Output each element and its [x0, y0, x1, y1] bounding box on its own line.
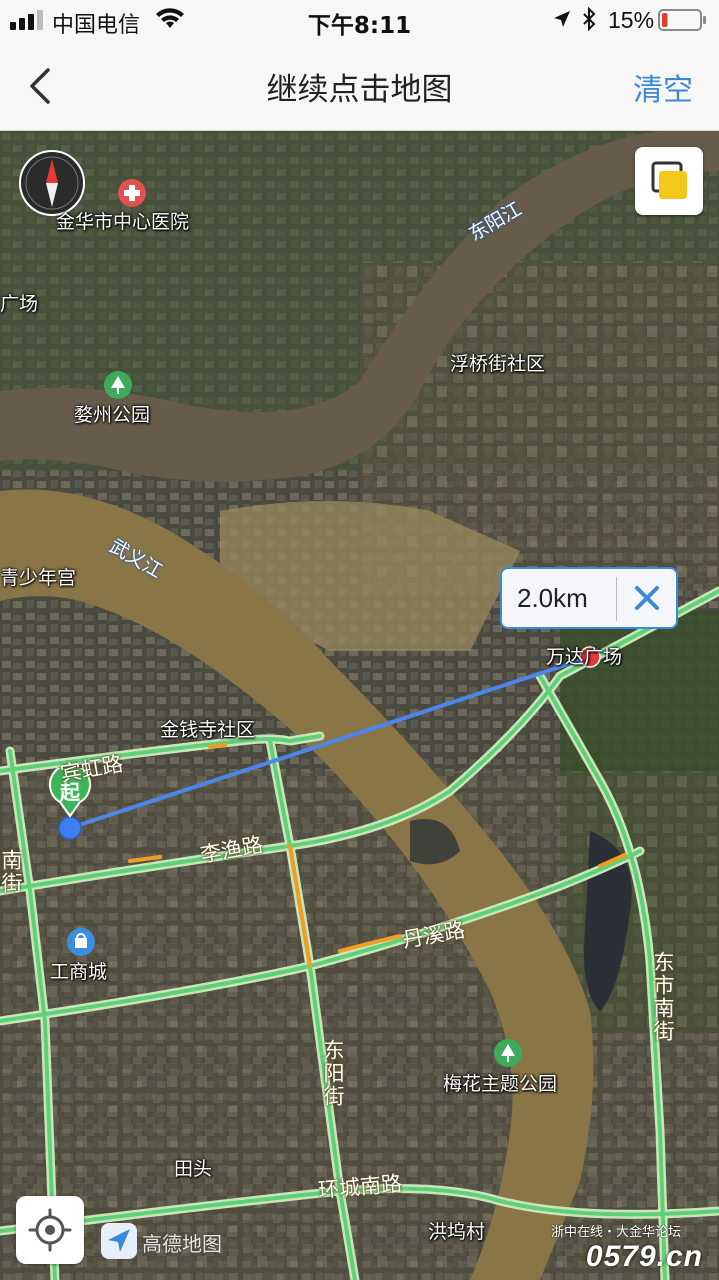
poi-wanda[interactable]: 万达广场 — [546, 642, 622, 669]
poi-jinqiansi[interactable]: 金钱寺社区 — [160, 715, 255, 742]
shopping-icon — [67, 928, 95, 956]
bluetooth-icon — [583, 7, 596, 31]
road-dongyang-street: 东阳街 — [321, 1039, 345, 1108]
amap-logo-icon — [101, 1223, 137, 1259]
locate-button[interactable] — [16, 1196, 84, 1264]
popup-divider — [616, 577, 617, 621]
poi-youth-palace[interactable]: 青少年宫 — [0, 563, 76, 590]
status-bar: 中国电信 下午8:11 15% — [0, 0, 719, 40]
distance-popup: 2.0km — [500, 567, 678, 629]
hospital-icon — [118, 179, 146, 207]
battery-icon — [658, 9, 706, 31]
satellite-map — [0, 131, 719, 1280]
road-nanjie: 南街 — [0, 849, 23, 895]
watermark-line2: 0579.cn — [585, 1240, 703, 1273]
poi-tiantou[interactable]: 田头 — [174, 1154, 212, 1181]
poi-square-left[interactable]: 广场 — [0, 289, 38, 316]
poi-lizhou-park[interactable]: 婺州公园 — [74, 400, 150, 427]
location-arrow-icon — [554, 11, 570, 27]
poi-hongwu[interactable]: 洪坞村 — [428, 1217, 485, 1244]
start-point — [58, 816, 82, 840]
close-icon[interactable] — [630, 581, 664, 615]
road-dongshi-south: 东市南街 — [651, 951, 675, 1043]
layers-button[interactable] — [635, 147, 703, 215]
park-icon — [104, 371, 132, 399]
locate-icon — [28, 1208, 72, 1252]
page-title: 继续点击地图 — [266, 72, 453, 108]
poi-gongshang[interactable]: 工商城 — [50, 957, 107, 984]
park-icon — [494, 1039, 522, 1067]
watermark-line1: 浙中在线・大金华论坛 — [550, 1225, 681, 1240]
poi-fuqiao[interactable]: 浮桥街社区 — [450, 349, 545, 376]
distance-value: 2.0km — [517, 583, 588, 613]
poi-meihua-park[interactable]: 梅花主题公园 — [443, 1069, 557, 1096]
amap-logo: 高德地图 — [100, 1220, 240, 1262]
clear-button[interactable]: 清空 — [633, 65, 693, 109]
layers-icon — [651, 161, 687, 199]
poi-hospital[interactable]: 金华市中心医院 — [56, 207, 189, 234]
nav-bar: 继续点击地图 清空 — [0, 40, 719, 131]
battery-percent: 15% — [608, 7, 655, 33]
map-view[interactable]: 起 金华市中心医院 广场 浮桥街社区 婺州公园 青少年宫 万达广场 金钱寺社区 … — [0, 131, 719, 1280]
amap-logo-text: 高德地图 — [142, 1232, 222, 1256]
